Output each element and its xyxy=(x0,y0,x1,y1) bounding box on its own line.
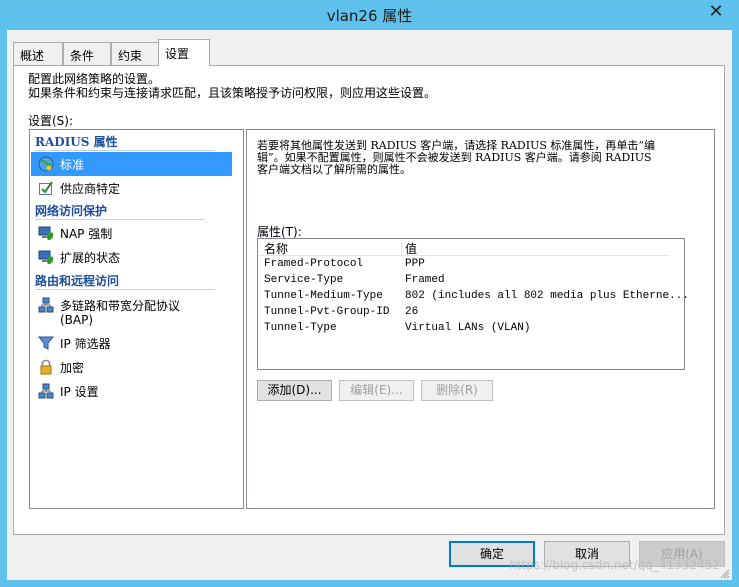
nav-item-label: 供应商特定 xyxy=(60,182,121,196)
title-bar[interactable]: vlan26 属性 ✕ xyxy=(0,0,739,30)
nav-item-label: 标准 xyxy=(60,158,85,172)
computer-shield-icon xyxy=(38,249,54,265)
edit-button[interactable]: 编辑(E)... xyxy=(339,380,414,401)
settings-detail-pane: 若要将其他属性发送到 RADIUS 客户端，请选择 RADIUS 标准属性，再单… xyxy=(246,129,715,509)
list-item[interactable]: Service-Type Framed xyxy=(258,273,684,289)
group-divider xyxy=(35,289,215,290)
nav-item-vendor-specific[interactable]: 供应商特定 xyxy=(31,176,232,200)
nav-item-label: IP 筛选器 xyxy=(60,337,111,351)
group-divider xyxy=(35,219,205,220)
pane-description: 若要将其他属性发送到 RADIUS 客户端，请选择 RADIUS 标准属性，再单… xyxy=(257,140,672,176)
attribute-value: Virtual LANs (VLAN) xyxy=(405,322,531,334)
settings-tab-panel: 配置此网络策略的设置。 如果条件和约束与连接请求匹配，且该策略授予访问权限，则应… xyxy=(13,65,725,535)
remove-button[interactable]: 删除(R) xyxy=(421,380,493,401)
tab-overview[interactable]: 概述 xyxy=(13,42,63,65)
nav-item-label: NAP 强制 xyxy=(60,227,113,241)
tab-label: 约束 xyxy=(118,49,143,63)
pane-description-line: 客户端文档以了解所需的属性。 xyxy=(257,163,411,176)
lock-icon xyxy=(38,359,54,375)
filter-icon xyxy=(37,335,55,351)
dialog-window: vlan26 属性 ✕ 概述 条件 约束 设置 配置此网络策略的设置。 如果条件… xyxy=(0,0,739,587)
attribute-name: Tunnel-Type xyxy=(264,322,337,334)
settings-nav-tree[interactable]: RADIUS 属性 标准 供应商特定 网络访问保护 NAP 强制 扩展的状态 路… xyxy=(29,129,244,509)
list-item[interactable]: Tunnel-Medium-Type 802 (includes all 802… xyxy=(258,289,689,305)
list-item[interactable]: Tunnel-Type Virtual LANs (VLAN) xyxy=(258,321,684,337)
settings-label: 设置(S): xyxy=(28,114,74,128)
nav-item-ip-settings[interactable]: IP 设置 xyxy=(31,379,232,403)
network-icon xyxy=(38,383,54,399)
attribute-name: Tunnel-Medium-Type xyxy=(264,290,383,302)
tab-label: 设置 xyxy=(165,47,190,61)
attribute-value: 802 (includes all 802 media plus Etherne… xyxy=(405,290,689,302)
dialog-client-area: 概述 条件 约束 设置 配置此网络策略的设置。 如果条件和约束与连接请求匹配，且… xyxy=(7,30,732,580)
network-icon xyxy=(38,297,54,313)
nav-item-encryption[interactable]: 加密 xyxy=(31,355,232,379)
nav-item-sublabel: (BAP) xyxy=(60,313,94,327)
nav-item-ip-filters[interactable]: IP 筛选器 xyxy=(31,331,232,355)
window-title: vlan26 属性 xyxy=(326,7,413,25)
list-item[interactable]: Framed-Protocol PPP xyxy=(258,257,684,273)
nav-item-multilink-bap[interactable]: 多链路和带宽分配协议 (BAP) xyxy=(31,293,232,327)
attributes-list[interactable]: 名称 值 Framed-Protocol PPP Service-Type Fr… xyxy=(257,238,689,370)
description-line: 如果条件和约束与连接请求匹配，且该策略授予访问权限，则应用这些设置。 xyxy=(28,86,437,100)
description-line: 配置此网络策略的设置。 xyxy=(28,72,161,86)
add-button[interactable]: 添加(D)... xyxy=(257,380,332,401)
nav-item-label: 加密 xyxy=(60,361,85,375)
tab-label: 概述 xyxy=(20,49,45,63)
resize-grip-icon[interactable] xyxy=(720,568,730,579)
tab-label: 条件 xyxy=(70,49,95,63)
attribute-value: PPP xyxy=(405,258,425,270)
attribute-name: Framed-Protocol xyxy=(264,258,364,270)
tab-constraints[interactable]: 约束 xyxy=(111,42,159,65)
watermark-text: https://blog.csdn.net/qq_41332452 xyxy=(509,558,720,572)
nav-item-label: IP 设置 xyxy=(60,385,99,399)
column-header-value[interactable]: 值 xyxy=(405,240,417,257)
attribute-name: Tunnel-Pvt-Group-ID xyxy=(264,306,390,318)
close-icon: ✕ xyxy=(708,1,724,22)
group-title-radius: RADIUS 属性 xyxy=(35,135,118,149)
group-divider xyxy=(35,150,215,151)
close-button[interactable]: ✕ xyxy=(693,0,739,26)
nav-item-label: 多链路和带宽分配协议 xyxy=(60,299,181,313)
computer-shield-icon xyxy=(38,225,54,241)
tab-settings[interactable]: 设置 xyxy=(158,39,210,66)
attribute-name: Service-Type xyxy=(264,274,344,286)
page-description: 配置此网络策略的设置。 如果条件和约束与连接请求匹配，且该策略授予访问权限，则应… xyxy=(28,72,436,100)
group-title-nap: 网络访问保护 xyxy=(35,204,108,218)
attribute-value: Framed xyxy=(405,274,445,286)
list-header: 名称 值 xyxy=(258,239,670,256)
nav-item-standard[interactable]: 标准 xyxy=(31,152,232,176)
group-title-routing: 路由和远程访问 xyxy=(35,274,120,288)
nav-item-extended-state[interactable]: 扩展的状态 xyxy=(31,245,232,269)
globe-icon xyxy=(38,156,54,172)
checkbox-icon xyxy=(38,180,54,196)
tab-conditions[interactable]: 条件 xyxy=(63,42,111,65)
nav-item-label: 扩展的状态 xyxy=(60,251,121,265)
list-item[interactable]: Tunnel-Pvt-Group-ID 26 xyxy=(258,305,684,321)
attribute-value: 26 xyxy=(405,306,419,318)
column-header-name[interactable]: 名称 xyxy=(264,240,288,257)
column-divider[interactable] xyxy=(401,240,402,255)
nav-item-nap-enforcement[interactable]: NAP 强制 xyxy=(31,221,232,245)
